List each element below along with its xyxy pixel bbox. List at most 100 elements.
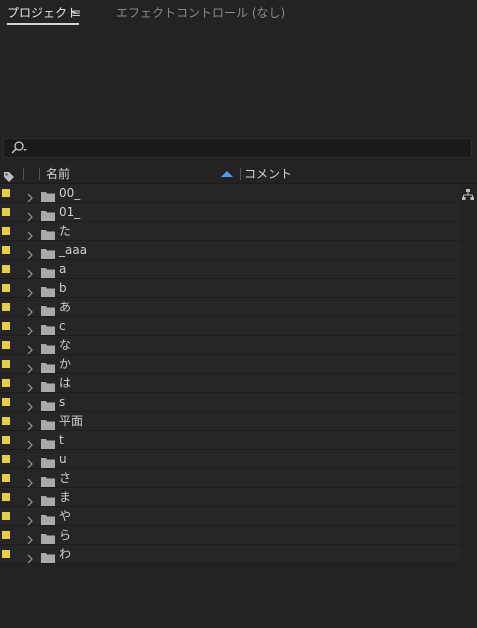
list-item[interactable]: な — [0, 336, 460, 355]
list-item[interactable]: u — [0, 450, 460, 469]
list-item[interactable]: c — [0, 317, 460, 336]
list-item[interactable]: ま — [0, 488, 460, 507]
item-name: や — [59, 509, 72, 523]
item-name: さ — [59, 471, 72, 485]
chevron-right-icon[interactable] — [26, 492, 34, 507]
item-name: ま — [59, 490, 72, 504]
chevron-right-icon[interactable] — [26, 359, 34, 374]
list-item[interactable]: b — [0, 279, 460, 298]
chevron-right-icon[interactable] — [26, 340, 34, 355]
list-item[interactable]: ら — [0, 526, 460, 545]
column-divider[interactable] — [39, 168, 40, 180]
folder-icon — [41, 244, 55, 259]
chevron-right-icon[interactable] — [26, 283, 34, 298]
label-color-swatch[interactable] — [2, 227, 10, 235]
folder-icon — [41, 396, 55, 411]
item-name: 平面 — [59, 414, 84, 428]
chevron-right-icon[interactable] — [26, 511, 34, 526]
column-name-header[interactable]: 名前 — [46, 166, 70, 182]
list-item[interactable]: a — [0, 260, 460, 279]
label-color-swatch[interactable] — [2, 474, 10, 482]
flowchart-icon[interactable] — [462, 186, 474, 200]
folder-icon — [41, 529, 55, 544]
item-name: a — [59, 262, 67, 276]
item-name: ら — [59, 528, 72, 542]
chevron-right-icon[interactable] — [26, 549, 34, 564]
chevron-right-icon[interactable] — [26, 321, 34, 336]
thumbnail-preview-area — [0, 28, 477, 136]
label-color-swatch[interactable] — [2, 493, 10, 501]
search-box[interactable] — [3, 138, 472, 158]
item-name: t — [59, 433, 64, 447]
label-color-swatch[interactable] — [2, 417, 10, 425]
search-icon[interactable] — [10, 140, 28, 156]
list-item[interactable]: 00_ — [0, 184, 460, 203]
list-item[interactable]: 平面 — [0, 412, 460, 431]
item-name: 01_ — [59, 205, 81, 219]
chevron-right-icon[interactable] — [26, 264, 34, 279]
project-item-list: 00_ 01_ た _aaaa b あ c なかは s 平面 t u さまやらわ — [0, 184, 460, 564]
item-name: か — [59, 357, 72, 371]
chevron-right-icon[interactable] — [26, 454, 34, 469]
folder-icon — [41, 453, 55, 468]
label-color-swatch[interactable] — [2, 531, 10, 539]
tab-project[interactable]: プロジェクト — [7, 5, 80, 25]
label-color-swatch[interactable] — [2, 265, 10, 273]
chevron-right-icon[interactable] — [26, 245, 34, 260]
label-color-swatch[interactable] — [2, 246, 10, 254]
tab-effect-controls[interactable]: エフェクトコントロール (なし) — [116, 5, 285, 21]
list-item[interactable]: _aaa — [0, 241, 460, 260]
label-color-swatch[interactable] — [2, 360, 10, 368]
folder-icon — [41, 263, 55, 278]
label-color-swatch[interactable] — [2, 550, 10, 558]
chevron-right-icon[interactable] — [26, 435, 34, 450]
label-color-swatch[interactable] — [2, 341, 10, 349]
list-item[interactable]: か — [0, 355, 460, 374]
label-color-swatch[interactable] — [2, 436, 10, 444]
folder-icon — [41, 548, 55, 563]
folder-icon — [41, 282, 55, 297]
item-name: _aaa — [59, 243, 88, 257]
item-name: た — [59, 224, 72, 238]
folder-icon — [41, 320, 55, 335]
list-item[interactable]: わ — [0, 545, 460, 564]
list-item[interactable]: た — [0, 222, 460, 241]
chevron-right-icon[interactable] — [26, 530, 34, 545]
column-comment-header[interactable]: コメント — [244, 166, 292, 182]
label-tag-icon[interactable] — [3, 168, 15, 182]
chevron-right-icon[interactable] — [26, 302, 34, 317]
label-color-swatch[interactable] — [2, 398, 10, 406]
label-color-swatch[interactable] — [2, 189, 10, 197]
chevron-right-icon[interactable] — [26, 188, 34, 203]
chevron-right-icon[interactable] — [26, 473, 34, 488]
item-name: な — [59, 338, 72, 352]
search-input[interactable] — [32, 139, 462, 157]
label-color-swatch[interactable] — [2, 455, 10, 463]
label-color-swatch[interactable] — [2, 303, 10, 311]
label-color-swatch[interactable] — [2, 379, 10, 387]
folder-icon — [41, 206, 55, 221]
label-color-swatch[interactable] — [2, 512, 10, 520]
column-divider[interactable] — [23, 168, 24, 180]
chevron-right-icon[interactable] — [26, 416, 34, 431]
list-item[interactable]: は — [0, 374, 460, 393]
column-divider[interactable] — [240, 168, 241, 180]
chevron-right-icon[interactable] — [26, 397, 34, 412]
item-name: あ — [59, 300, 72, 314]
chevron-right-icon[interactable] — [26, 226, 34, 241]
label-color-swatch[interactable] — [2, 208, 10, 216]
item-name: c — [59, 319, 66, 333]
list-item[interactable]: あ — [0, 298, 460, 317]
panel-menu-icon[interactable]: ≡ — [71, 5, 81, 21]
list-item[interactable]: s — [0, 393, 460, 412]
list-item[interactable]: や — [0, 507, 460, 526]
label-color-swatch[interactable] — [2, 322, 10, 330]
chevron-right-icon[interactable] — [26, 207, 34, 222]
list-item[interactable]: さ — [0, 469, 460, 488]
folder-icon — [41, 225, 55, 240]
label-color-swatch[interactable] — [2, 284, 10, 292]
list-item[interactable]: 01_ — [0, 203, 460, 222]
sort-ascending-icon[interactable] — [221, 171, 233, 177]
list-item[interactable]: t — [0, 431, 460, 450]
chevron-right-icon[interactable] — [26, 378, 34, 393]
